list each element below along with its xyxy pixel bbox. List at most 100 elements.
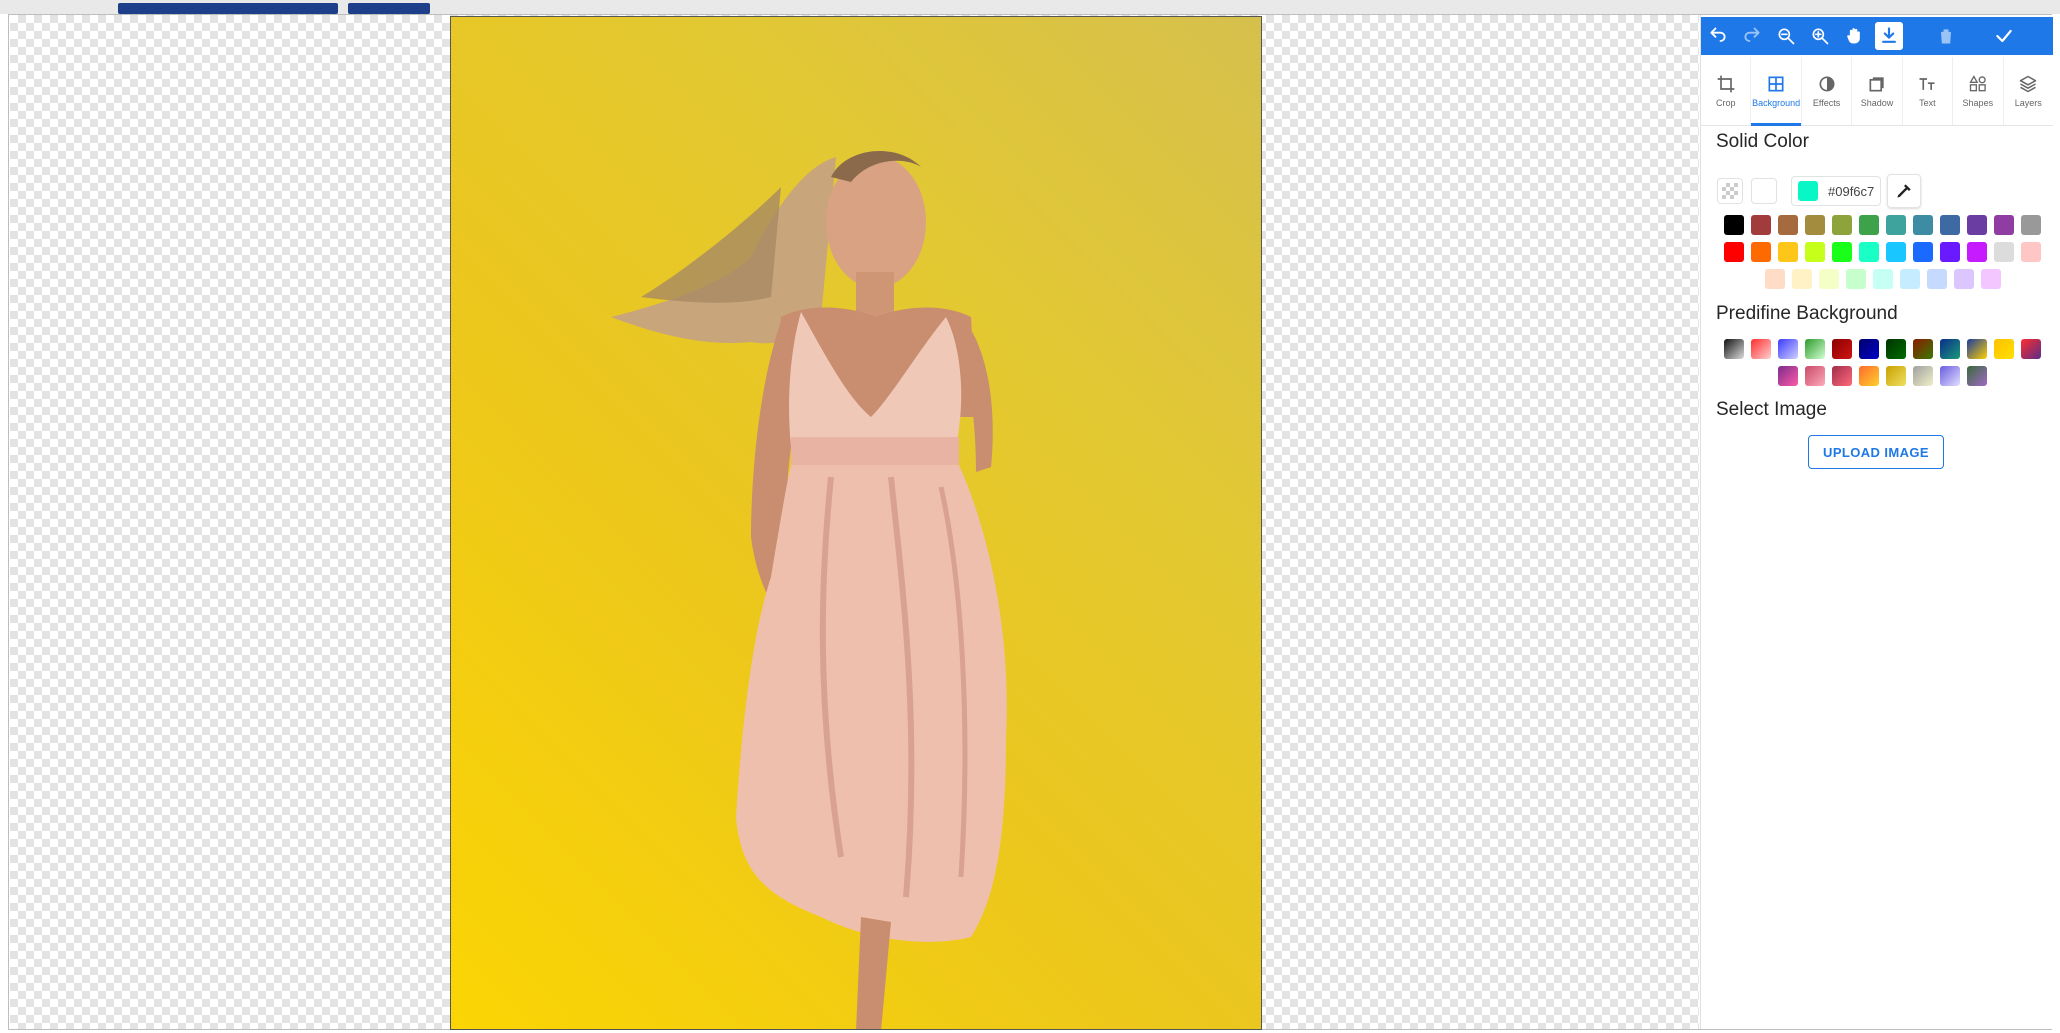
predefined-background-title: Predifine Background xyxy=(1716,303,1898,324)
color-swatch[interactable] xyxy=(1724,242,1744,262)
gradient-swatch[interactable] xyxy=(1778,366,1798,386)
gradient-swatch[interactable] xyxy=(1805,339,1825,359)
hand-icon[interactable] xyxy=(1837,19,1871,53)
solid-color-palette xyxy=(1716,211,2048,292)
background-app-strip xyxy=(0,0,2060,14)
transparent-color-button[interactable] xyxy=(1717,178,1743,204)
gradient-swatch[interactable] xyxy=(1913,339,1933,359)
tab-label: Shapes xyxy=(1962,98,1994,108)
color-swatch[interactable] xyxy=(1913,215,1933,235)
color-swatch[interactable] xyxy=(1791,269,1812,289)
color-swatch[interactable] xyxy=(1940,242,1960,262)
edited-image[interactable] xyxy=(450,16,1262,1030)
current-color-swatch xyxy=(1798,181,1818,201)
tab-effects[interactable]: Effects xyxy=(1802,57,1853,125)
tab-shadow[interactable]: Shadow xyxy=(1852,57,1903,125)
gradient-swatch[interactable] xyxy=(1859,366,1879,386)
color-swatch[interactable] xyxy=(1886,215,1906,235)
layers-icon xyxy=(2019,75,2037,93)
crop-icon xyxy=(1717,75,1735,93)
gradient-swatch[interactable] xyxy=(1940,339,1960,359)
gradient-swatch[interactable] xyxy=(1940,366,1960,386)
tab-crop[interactable]: Crop xyxy=(1701,57,1752,125)
upload-image-button[interactable]: UPLOAD IMAGE xyxy=(1808,435,1944,469)
gradient-swatch[interactable] xyxy=(1832,366,1852,386)
tab-text[interactable]: Text xyxy=(1903,57,1954,125)
color-swatch[interactable] xyxy=(1994,215,2014,235)
color-swatch[interactable] xyxy=(2021,242,2041,262)
tab-label: Shadow xyxy=(1860,98,1894,108)
color-swatch[interactable] xyxy=(1724,215,1744,235)
color-swatch[interactable] xyxy=(1805,215,1825,235)
color-swatch[interactable] xyxy=(1832,215,1852,235)
color-swatch[interactable] xyxy=(1751,215,1771,235)
solid-color-title: Solid Color xyxy=(1716,131,1809,152)
zoom-in-icon[interactable] xyxy=(1803,19,1837,53)
gradient-swatch[interactable] xyxy=(1859,339,1879,359)
gradient-swatch[interactable] xyxy=(1886,339,1906,359)
background-tab xyxy=(118,3,338,14)
color-swatch[interactable] xyxy=(1940,215,1960,235)
gradient-swatch[interactable] xyxy=(1751,339,1771,359)
color-swatch[interactable] xyxy=(1899,269,1920,289)
color-swatch[interactable] xyxy=(1764,269,1785,289)
tab-shapes[interactable]: Shapes xyxy=(1953,57,2004,125)
color-swatch[interactable] xyxy=(1778,215,1798,235)
color-swatch[interactable] xyxy=(1845,269,1866,289)
undo-icon[interactable] xyxy=(1701,19,1735,53)
grid-icon xyxy=(1768,76,1784,92)
color-swatch[interactable] xyxy=(1859,215,1879,235)
tab-background[interactable]: Background xyxy=(1751,57,1802,126)
gradient-swatch[interactable] xyxy=(2021,339,2041,359)
predefined-gradient-palette xyxy=(1716,335,2048,389)
tab-label: Crop xyxy=(1715,98,1736,108)
zoom-out-icon[interactable] xyxy=(1769,19,1803,53)
woman-in-dress-photo xyxy=(611,150,1007,1029)
color-swatch[interactable] xyxy=(1859,242,1879,262)
color-swatch[interactable] xyxy=(1953,269,1974,289)
gradient-swatch[interactable] xyxy=(1886,366,1906,386)
color-swatch[interactable] xyxy=(1751,242,1771,262)
color-swatch[interactable] xyxy=(1994,242,2014,262)
gradient-swatch[interactable] xyxy=(1778,339,1798,359)
gradient-swatch[interactable] xyxy=(1913,366,1933,386)
color-swatch[interactable] xyxy=(1967,242,1987,262)
color-swatch[interactable] xyxy=(2021,215,2041,235)
color-swatch[interactable] xyxy=(1778,242,1798,262)
redo-icon[interactable] xyxy=(1735,19,1769,53)
editor-toolbar xyxy=(1701,17,2053,55)
transparent-icon xyxy=(1722,183,1738,199)
color-swatch[interactable] xyxy=(1886,242,1906,262)
eyedropper-button[interactable] xyxy=(1887,174,1922,208)
trash-icon[interactable] xyxy=(1929,19,1963,53)
gradient-swatch[interactable] xyxy=(1832,339,1852,359)
gradient-swatch[interactable] xyxy=(1724,339,1744,359)
check-icon[interactable] xyxy=(1987,19,2021,53)
tab-label: Text xyxy=(1919,98,1936,108)
tab-label: Layers xyxy=(2014,98,2042,108)
color-swatch[interactable] xyxy=(1967,215,1987,235)
color-swatch[interactable] xyxy=(1926,269,1947,289)
color-swatch[interactable] xyxy=(1818,269,1839,289)
color-swatch[interactable] xyxy=(1980,269,2001,289)
shapes-icon xyxy=(1969,75,1986,92)
current-color-hex: #09f6c7 xyxy=(1828,183,1875,199)
download-icon[interactable] xyxy=(1875,22,1903,50)
gradient-swatch[interactable] xyxy=(1805,366,1825,386)
color-swatch[interactable] xyxy=(1872,269,1893,289)
tool-tabs: Crop Background Effects Shadow Text Shap… xyxy=(1701,57,2053,126)
solid-color-controls: #09f6c7 xyxy=(1717,174,1922,208)
select-image-title: Select Image xyxy=(1716,399,1827,420)
gradient-swatch[interactable] xyxy=(1967,366,1987,386)
contrast-icon xyxy=(1819,76,1835,92)
white-color-button[interactable] xyxy=(1751,178,1777,204)
color-swatch[interactable] xyxy=(1832,242,1852,262)
tab-label: Background xyxy=(1752,98,1801,108)
color-swatch[interactable] xyxy=(1805,242,1825,262)
current-color-field[interactable]: #09f6c7 xyxy=(1791,176,1882,206)
gradient-swatch[interactable] xyxy=(1994,339,2014,359)
color-swatch[interactable] xyxy=(1913,242,1933,262)
tab-layers[interactable]: Layers xyxy=(2004,57,2053,125)
background-panel: Crop Background Effects Shadow Text Shap… xyxy=(1700,15,2053,1029)
gradient-swatch[interactable] xyxy=(1967,339,1987,359)
